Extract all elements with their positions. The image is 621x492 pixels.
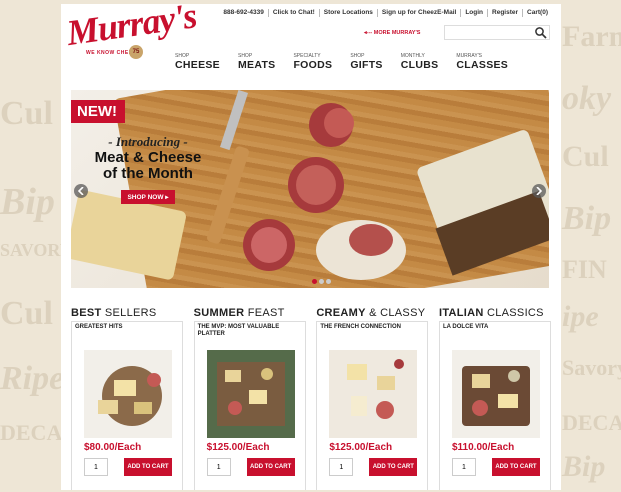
product-grid: BEST SELLERS GREATEST HITS $80.00/Each A… [71,307,551,490]
add-to-cart-button[interactable]: ADD TO CART [246,458,295,476]
nav-label: CLASSES [456,59,509,71]
bg-word: Savory [562,355,621,380]
bg-word: Bip [0,181,55,223]
heading-light: & CLASSY [369,307,426,319]
nav-monthly-clubs[interactable]: Monthly CLUBS [401,53,439,71]
chat-link[interactable]: Click to Chat! [267,9,319,17]
nav-shop-gifts[interactable]: Shop GIFTS [350,53,382,71]
nav-shop-cheese[interactable]: Shop CHEESE [175,53,220,71]
heading-bold: SUMMER [193,307,245,319]
hero-title-line-1: Meat & Cheese [94,149,202,166]
bg-word: Cul [0,295,53,332]
carousel-dots [312,279,333,284]
product-image[interactable] [84,350,172,438]
carousel-dot[interactable] [312,279,317,284]
heading-light: CLASSICS [487,307,544,319]
chevron-left-icon [78,187,84,195]
product-heading: SUMMER FEAST [194,307,306,319]
product-price: $125.00/Each [206,442,270,453]
nav-shop-meats[interactable]: Shop MEATS [238,53,275,71]
product-heading: CREAMY & CLASSY [316,307,428,319]
more-murrays-link[interactable]: ◂--- MORE MURRAY'S [364,30,420,36]
carousel-dot[interactable] [326,279,331,284]
bg-word: ipe [562,300,599,333]
carousel-dot[interactable] [319,279,324,284]
cart-link[interactable]: Cart(0) [522,9,552,17]
nav-label: GIFTS [350,59,383,71]
bg-word: Cul [0,95,53,132]
product-image[interactable] [329,350,418,438]
quantity-input[interactable] [451,458,476,476]
heading-bold: CREAMY [316,307,366,319]
product-card: THE FRENCH CONNECTION $125.00/Each ADD T… [316,321,429,490]
product-image[interactable] [451,350,540,438]
hero-intro: - Introducing - [108,134,188,149]
product-price: $110.00/Each [451,442,515,453]
product-card: THE MVP: MOST VALUABLE PLATTER $125.00/E… [193,321,306,490]
shop-now-button[interactable]: SHOP NOW ▸ [121,190,175,204]
product-subtitle[interactable]: THE FRENCH CONNECTION [320,324,424,331]
product-column-summer-feast: SUMMER FEAST THE MVP: MOST VALUABLE PLAT… [193,307,306,490]
quantity-input[interactable] [84,458,108,476]
bg-word: Farm [562,20,621,53]
bg-word: DECA [0,420,63,445]
bg-word: FIN [562,255,607,284]
product-price: $125.00/Each [329,442,393,453]
bg-word: Bip [562,200,612,237]
hero-title-line-2: of the Month [103,165,193,182]
bg-word: Bip [562,450,606,483]
register-link[interactable]: Register [487,9,522,17]
heading-bold: BEST [71,307,102,319]
product-card: LA DOLCE VITA $110.00/Each ADD TO CART [438,321,551,490]
product-subtitle[interactable]: GREATEST HITS [75,324,179,331]
store-locations-link[interactable]: Store Locations [318,9,377,17]
chevron-right-icon [536,187,542,195]
product-price: $80.00/Each [84,442,142,453]
bg-word: Cul [562,140,609,173]
add-to-cart-button[interactable]: ADD TO CART [491,458,540,476]
arrow-left-icon: ◂--- [364,30,373,36]
utility-bar: 888-692-4339 Click to Chat! Store Locati… [219,9,552,17]
bg-word: Ripe [0,360,65,397]
carousel-next-button[interactable] [532,184,546,198]
product-column-italian-classics: ITALIAN CLASSICS LA DOLCE VITA $110.00/E… [438,307,551,490]
phone-link[interactable]: 888-692-4339 [219,9,267,17]
nav-murrays-classes[interactable]: Murray's CLASSES [456,53,508,71]
product-heading: BEST SELLERS [71,307,183,319]
heading-light: FEAST [247,307,285,319]
nav-label: FOODS [293,59,333,71]
product-column-creamy-classy: CREAMY & CLASSY THE FRENCH CONNECTION $1… [316,307,429,490]
page-container: Murray's WE KNOW CHEESE 75 888-692-4339 … [61,4,561,490]
carousel-prev-button[interactable] [74,184,88,198]
product-card: GREATEST HITS $80.00/Each ADD TO CART [71,321,183,490]
product-subtitle[interactable]: LA DOLCE VITA [443,324,547,331]
main-nav: Shop CHEESE Shop MEATS Specialty FOODS S… [175,53,526,71]
product-subtitle[interactable]: THE MVP: MOST VALUABLE PLATTER [198,324,302,338]
newsletter-signup-link[interactable]: Sign up for CheezE-Mail [376,9,460,17]
logo-anniversary-badge: 75 [129,45,143,59]
login-link[interactable]: Login [460,9,487,17]
product-image[interactable] [206,350,295,438]
quantity-input[interactable] [206,458,231,476]
nav-specialty-foods[interactable]: Specialty FOODS [293,53,332,71]
quantity-input[interactable] [329,458,354,476]
more-murrays-label: MORE MURRAY'S [373,30,421,36]
bg-word: oky [562,80,612,117]
new-badge: NEW! [71,100,125,123]
nav-label: CLUBS [400,59,439,71]
search-icon[interactable] [534,26,548,39]
heading-light: SELLERS [104,307,157,319]
product-heading: ITALIAN CLASSICS [439,307,551,319]
add-to-cart-button[interactable]: ADD TO CART [124,458,172,476]
bg-word: DECA [562,410,621,435]
add-to-cart-button[interactable]: ADD TO CART [369,458,418,476]
nav-label: MEATS [237,59,276,71]
hero-text: - Introducing - Meat & Cheese of the Mon… [89,134,207,204]
heading-bold: ITALIAN [438,307,484,319]
nav-label: CHEESE [175,59,220,71]
hero-banner[interactable]: NEW! - Introducing - Meat & Cheese of th… [71,90,549,288]
product-column-best-sellers: BEST SELLERS GREATEST HITS $80.00/Each A… [71,307,183,490]
